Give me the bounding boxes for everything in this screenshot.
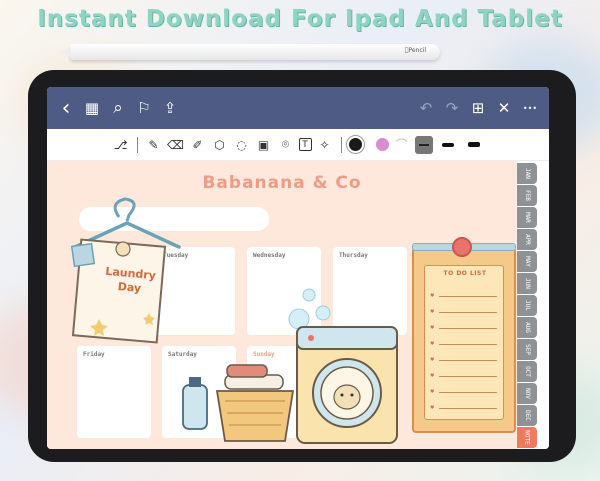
tab-label: APR (523, 234, 531, 245)
pencil-brand: Pencil (405, 47, 426, 54)
brand-title: Babanana & Co (202, 173, 362, 193)
eraser-icon[interactable]: ⌫ (167, 136, 185, 154)
tab-aug[interactable]: AUG (517, 317, 537, 338)
tab-may[interactable]: MAY (517, 251, 537, 272)
tab-label: MAR (523, 212, 531, 223)
laundry-basket-illustration (182, 364, 295, 442)
color-pink-swatch[interactable] (375, 138, 389, 151)
back-icon[interactable]: ‹ (53, 95, 79, 121)
share-icon[interactable]: ⇪ (157, 95, 183, 121)
shape-icon[interactable]: ⬡ (211, 136, 229, 154)
laser-icon[interactable]: ✧ (316, 136, 334, 154)
tab-label: OCT (523, 366, 531, 377)
pin-icon (452, 237, 472, 257)
more-icon[interactable]: ••• (517, 95, 543, 121)
tab-label: DEC (523, 410, 531, 421)
day-box-thursday[interactable]: Thursday (333, 247, 407, 335)
tab-label: SEP (523, 344, 531, 355)
lasso-icon[interactable]: ⎇ (112, 136, 130, 154)
tool-bar: ⎇ ✎ ⌫ ✐ ⬡ ◌ ▣ ⌾ T ✧ ⌒ (47, 129, 549, 161)
laundry-card: Laundry Day (94, 264, 166, 298)
tab-label: NOV (523, 388, 531, 399)
heart-icon: ♥ (430, 325, 435, 331)
tab-feb[interactable]: FEB (517, 185, 537, 206)
tablet-screen: ‹ ▦ ⌕ ⚐ ⇪ ↶ ↷ ⊞ ✕ ••• ⎇ ✎ ⌫ ✐ ⬡ ◌ ▣ ⌾ T … (47, 87, 549, 449)
tab-mar[interactable]: MAR (517, 207, 537, 228)
todo-title: TO DO LIST (443, 270, 487, 277)
heart-icon: ♥ (430, 373, 435, 379)
todo-line[interactable] (439, 344, 497, 345)
heart-icon: ♥ (430, 405, 435, 411)
todo-line[interactable] (439, 392, 497, 393)
tab-label: JAN (523, 168, 531, 179)
bookmark-icon[interactable]: ⚐ (131, 95, 157, 121)
todo-line[interactable] (439, 296, 497, 297)
tab-apr[interactable]: APR (517, 229, 537, 250)
text-icon[interactable]: T (298, 138, 312, 151)
pencil-tip (60, 47, 71, 57)
tab-oct[interactable]: OCT (517, 361, 537, 382)
todo-list-board: TO DO LIST ♥ ♥ ♥ ♥ ♥ ♥ ♥ ♥ (412, 237, 516, 433)
grid-icon[interactable]: ▦ (79, 95, 105, 121)
todo-line[interactable] (439, 376, 497, 377)
curve-icon[interactable]: ⌒ (393, 136, 411, 154)
app-bar: ‹ ▦ ⌕ ⚐ ⇪ ↶ ↷ ⊞ ✕ ••• (47, 87, 549, 129)
tab-jan[interactable]: JAN (517, 163, 537, 184)
pen-icon[interactable]: ✎ (145, 136, 163, 154)
tab-label: JUN (523, 278, 531, 289)
highlighter-icon[interactable]: ✐ (189, 136, 207, 154)
add-page-icon[interactable]: ⊞ (465, 95, 491, 121)
stroke-size-selected[interactable] (414, 135, 433, 154)
search-icon[interactable]: ⌕ (105, 95, 131, 121)
todo-line[interactable] (439, 312, 497, 313)
todo-line[interactable] (439, 328, 497, 329)
image-icon[interactable]: ▣ (255, 136, 273, 154)
undo-icon[interactable]: ↶ (413, 95, 439, 121)
tab-note[interactable]: NOTE (517, 427, 537, 448)
tab-jul[interactable]: JUL (517, 295, 537, 316)
stroke-size-medium[interactable] (441, 142, 454, 147)
heart-icon: ♥ (430, 293, 435, 299)
tab-nov[interactable]: NOV (517, 383, 537, 404)
day-label: Thursday (339, 252, 368, 259)
todo-line[interactable] (439, 360, 497, 361)
headline: Instant Download For Ipad And Tablet (37, 6, 563, 32)
tab-label: FEB (523, 190, 531, 201)
washing-machine-illustration (296, 326, 398, 444)
tab-dec[interactable]: DEC (517, 405, 537, 426)
planner-page: Babanana & Co Tuesday Wednesday Thursday… (47, 161, 517, 449)
day-label: Wednesday (253, 252, 286, 259)
tab-label: MAY (523, 256, 531, 267)
todo-list[interactable]: TO DO LIST ♥ ♥ ♥ ♥ ♥ ♥ ♥ ♥ (424, 265, 504, 420)
day-box-friday[interactable]: Friday (77, 346, 151, 438)
todo-line[interactable] (439, 408, 497, 409)
tab-label: AUG (523, 322, 531, 333)
tab-jun[interactable]: JUN (517, 273, 537, 294)
heart-icon: ♥ (430, 389, 435, 395)
toolbar-divider (136, 136, 138, 153)
heart-icon: ♥ (430, 357, 435, 363)
toolbar-divider (340, 136, 342, 153)
tab-label: JUL (523, 300, 531, 311)
lasso-select-icon[interactable]: ◌ (233, 136, 251, 154)
close-icon[interactable]: ✕ (491, 95, 517, 121)
apple-pencil: Pencil (60, 44, 440, 60)
heart-icon: ♥ (430, 309, 435, 315)
tab-label: NOTE (523, 430, 531, 445)
color-black-swatch[interactable] (348, 138, 362, 151)
tab-sep[interactable]: SEP (517, 339, 537, 360)
camera-icon[interactable]: ⌾ (277, 136, 295, 154)
month-tabs: JAN FEB MAR APR MAY JUN JUL AUG SEP OCT … (517, 161, 549, 449)
redo-icon[interactable]: ↷ (439, 95, 465, 121)
heart-icon: ♥ (430, 341, 435, 347)
stroke-size-thick[interactable] (467, 142, 480, 147)
